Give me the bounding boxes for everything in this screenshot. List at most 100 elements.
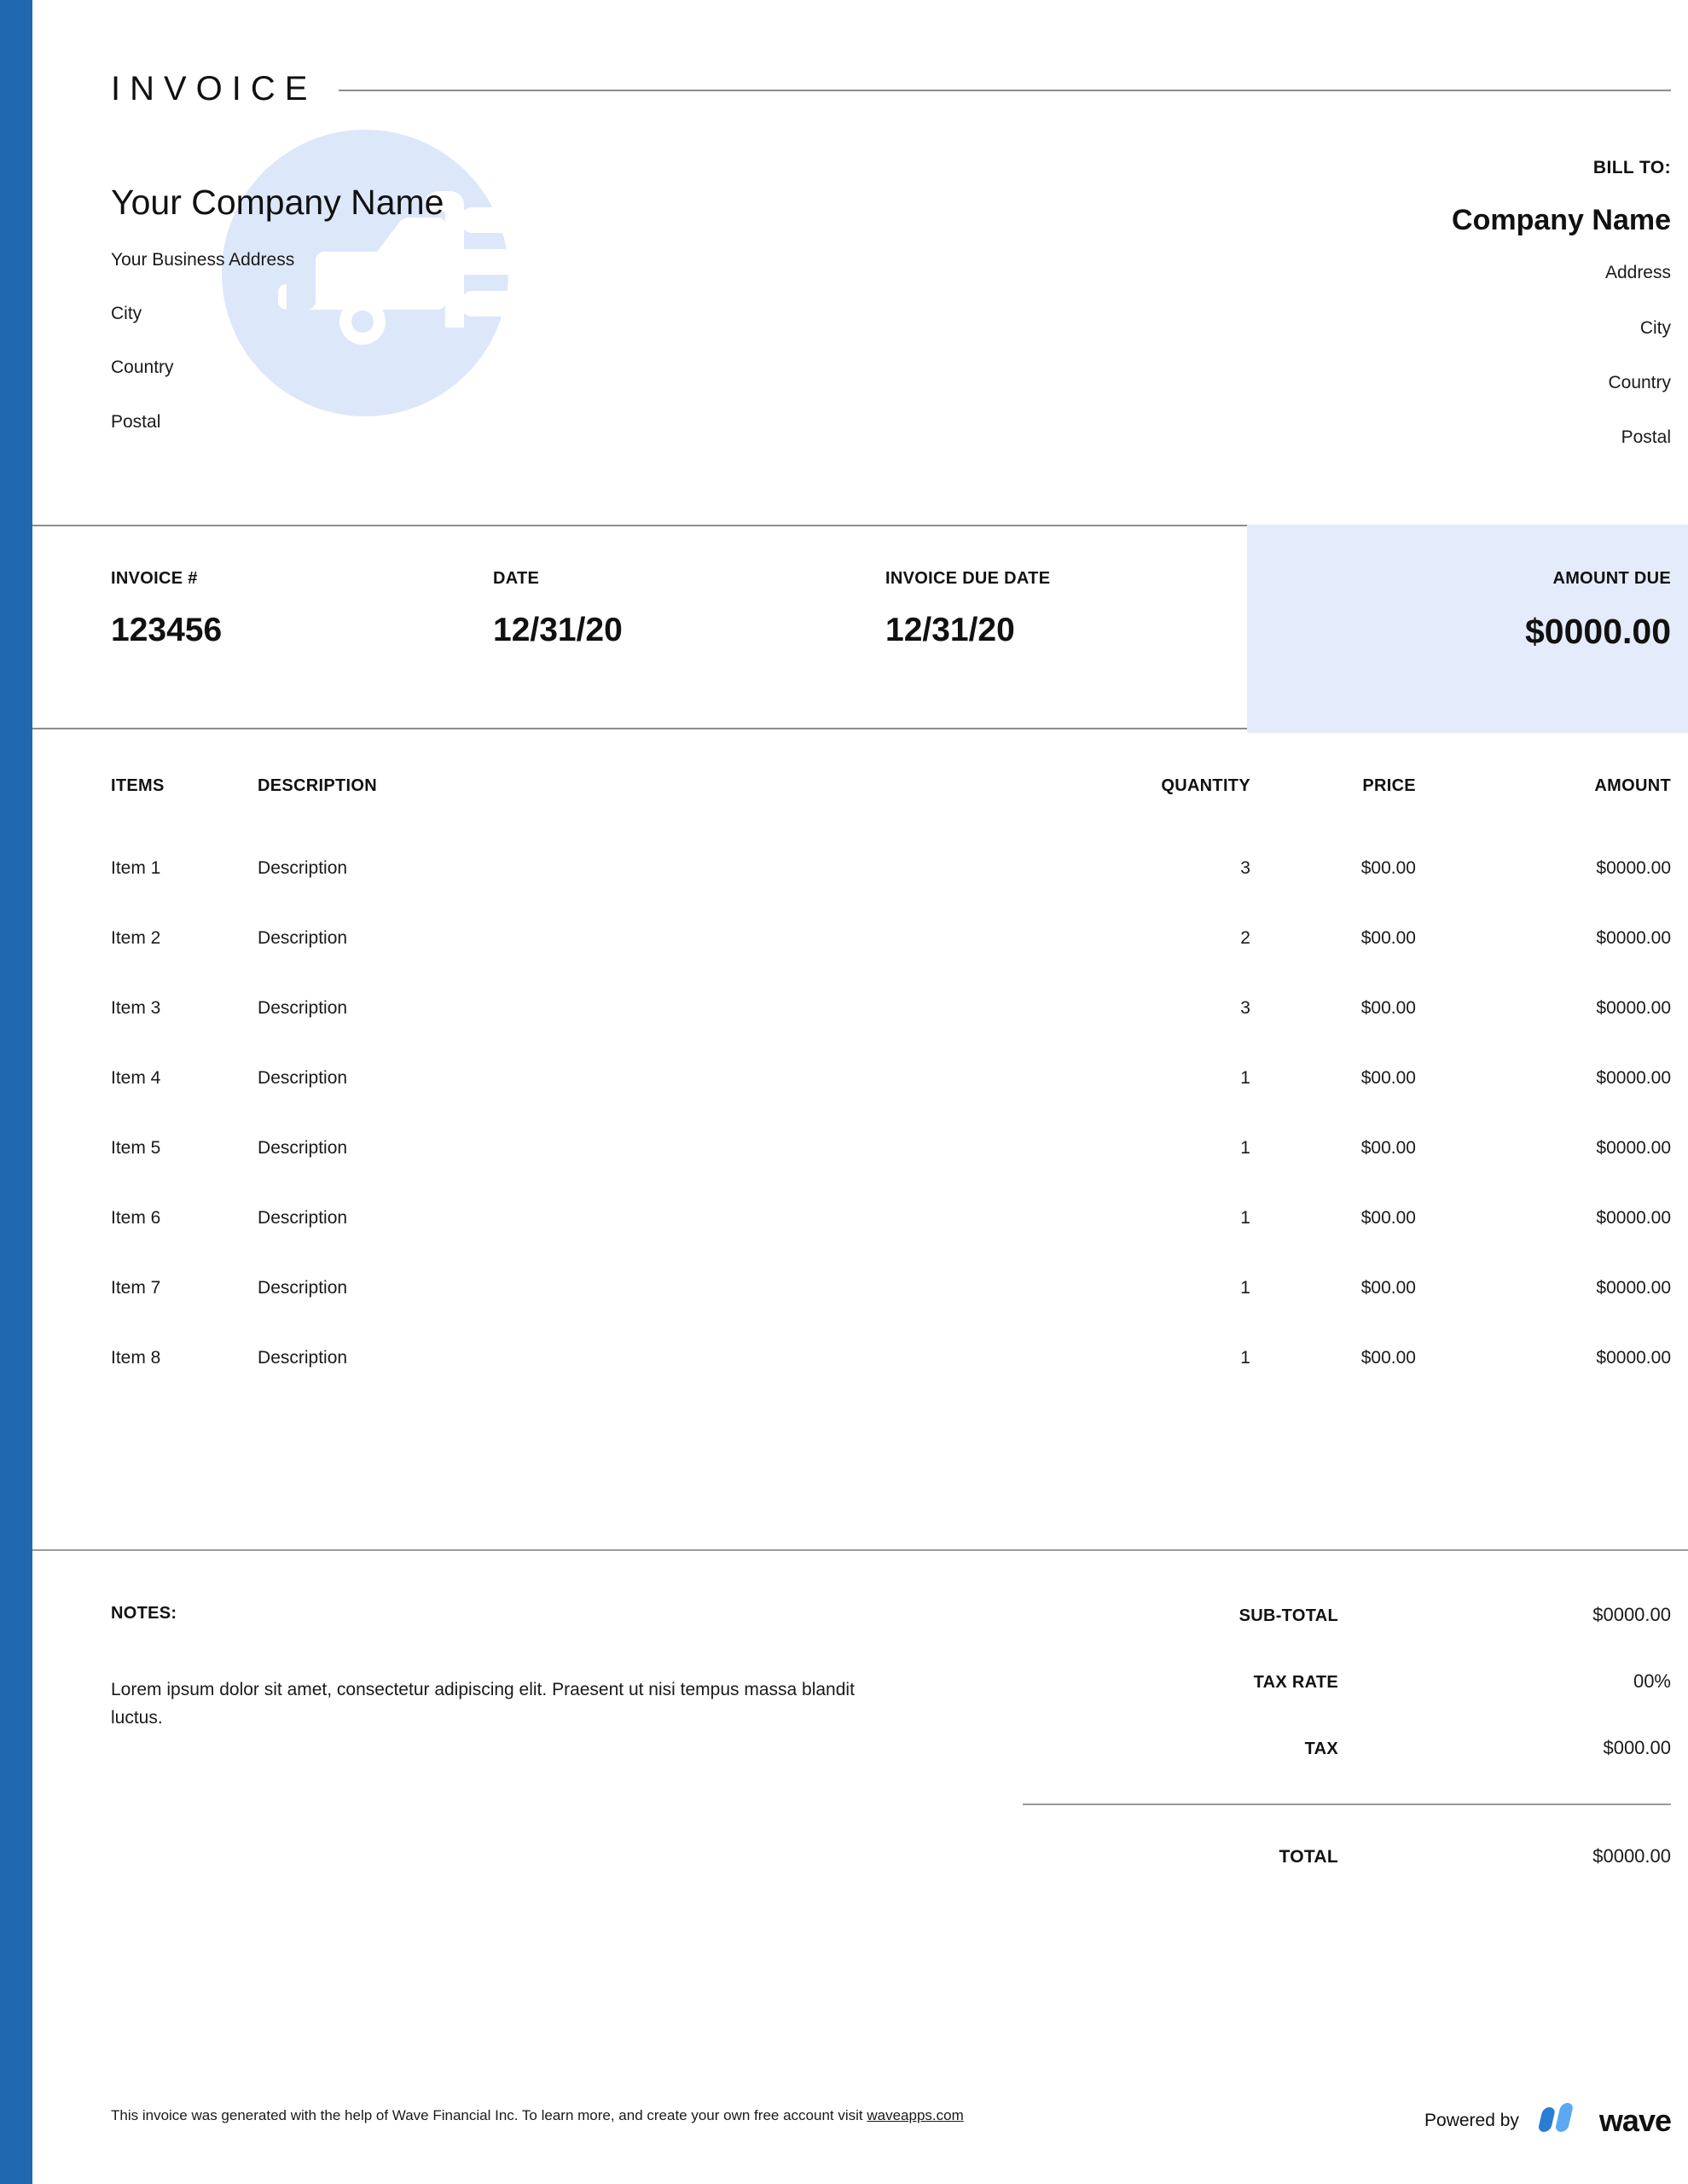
subtotal-label: SUB-TOTAL <box>1238 1606 1338 1625</box>
row-quantity: 2 <box>1240 928 1250 948</box>
bill-to-company-name: Company Name <box>1452 204 1671 236</box>
table-row: Item 1 Description 3 $00.00 $0000.00 <box>32 841 1688 911</box>
row-price: $00.00 <box>1360 1068 1416 1088</box>
row-description: Description <box>258 928 348 948</box>
invoice-footer: This invoice was generated with the help… <box>32 2100 1688 2152</box>
invoice-number-value: 123456 <box>111 612 223 648</box>
row-item-name: Item 4 <box>111 1068 161 1088</box>
invoice-date-label: DATE <box>493 569 540 588</box>
wave-logo-icon <box>1533 2100 1586 2140</box>
table-row: Item 2 Description 2 $00.00 $0000.00 <box>32 911 1688 981</box>
table-row: Item 4 Description 1 $00.00 $0000.00 <box>32 1051 1688 1121</box>
line-items-table: ITEMS DESCRIPTION QUANTITY PRICE AMOUNT … <box>32 776 1688 1401</box>
invoice-content: INVOICE Your Company Name Your Business … <box>32 0 1688 2184</box>
row-amount: $0000.00 <box>1596 1278 1671 1298</box>
row-quantity: 3 <box>1240 998 1250 1018</box>
tax-label: TAX <box>1304 1740 1338 1758</box>
notes-block: NOTES: Lorem ipsum dolor sit amet, conse… <box>111 1604 947 1732</box>
invoice-due-date-cell: INVOICE DUE DATE 12/31/20 <box>885 569 1050 649</box>
powered-by-block: Powered by wave <box>1424 2100 1672 2140</box>
row-price: $00.00 <box>1360 858 1416 878</box>
tax-value: $000.00 <box>1603 1737 1671 1758</box>
amount-due-label: AMOUNT DUE <box>1552 569 1671 588</box>
invoice-title-row: INVOICE <box>111 70 1671 108</box>
invoice-due-date-label: INVOICE DUE DATE <box>885 569 1051 588</box>
row-description: Description <box>258 858 348 878</box>
row-price: $00.00 <box>1360 1278 1416 1298</box>
row-description: Description <box>258 1068 348 1088</box>
invoice-number-cell: INVOICE # 123456 <box>111 569 222 649</box>
row-item-name: Item 6 <box>111 1208 161 1228</box>
row-quantity: 3 <box>1240 858 1250 878</box>
waveapps-link[interactable]: waveapps.com <box>867 2107 963 2123</box>
page-title: INVOICE <box>111 70 317 107</box>
row-amount: $0000.00 <box>1596 1348 1671 1368</box>
totals-block: SUB-TOTAL $0000.00 TAX RATE 00% TAX $000… <box>1023 1604 1671 1912</box>
table-row: Item 3 Description 3 $00.00 $0000.00 <box>32 981 1688 1051</box>
notes-label: NOTES: <box>111 1604 177 1623</box>
row-description: Description <box>258 998 348 1018</box>
column-header-amount: AMOUNT <box>1594 776 1671 795</box>
row-quantity: 1 <box>1240 1348 1250 1368</box>
sender-address: Your Business Address <box>111 250 295 270</box>
line-items-section: ITEMS DESCRIPTION QUANTITY PRICE AMOUNT … <box>32 729 1688 1551</box>
invoice-header: INVOICE Your Company Name Your Business … <box>32 0 1688 525</box>
footer-note-text: This invoice was generated with the help… <box>111 2107 867 2123</box>
row-item-name: Item 7 <box>111 1278 161 1298</box>
bill-to-label: BILL TO: <box>1592 158 1671 177</box>
accent-left-bar <box>0 0 32 2184</box>
table-row: Item 8 Description 1 $00.00 $0000.00 <box>32 1331 1688 1401</box>
subtotal-row: SUB-TOTAL $0000.00 <box>1023 1604 1671 1626</box>
tax-row: TAX $000.00 <box>1023 1737 1671 1759</box>
sender-city: City <box>111 304 142 324</box>
bill-to-city: City <box>1639 317 1671 338</box>
tax-rate-label: TAX RATE <box>1253 1673 1338 1692</box>
subtotal-value: $0000.00 <box>1592 1604 1671 1625</box>
column-header-items: ITEMS <box>111 776 165 795</box>
invoice-date-cell: DATE 12/31/20 <box>493 569 623 649</box>
row-description: Description <box>258 1278 348 1298</box>
row-item-name: Item 2 <box>111 928 161 948</box>
total-row: TOTAL $0000.00 <box>1023 1845 1671 1867</box>
row-item-name: Item 1 <box>111 858 161 878</box>
invoice-due-date-value: 12/31/20 <box>885 612 1015 648</box>
row-price: $00.00 <box>1360 998 1416 1018</box>
title-divider <box>339 90 1671 91</box>
total-value: $0000.00 <box>1592 1845 1671 1867</box>
footer-note: This invoice was generated with the help… <box>111 2107 964 2124</box>
row-price: $00.00 <box>1360 928 1416 948</box>
amount-due-value: $0000.00 <box>1524 612 1671 651</box>
row-amount: $0000.00 <box>1596 1208 1671 1228</box>
row-amount: $0000.00 <box>1596 998 1671 1018</box>
row-price: $00.00 <box>1360 1208 1416 1228</box>
table-row: Item 7 Description 1 $00.00 $0000.00 <box>32 1261 1688 1331</box>
bill-to-address: Address <box>1604 263 1671 283</box>
row-description: Description <box>258 1348 348 1368</box>
column-header-description: DESCRIPTION <box>258 776 378 795</box>
row-description: Description <box>258 1208 348 1228</box>
row-amount: $0000.00 <box>1596 1068 1671 1088</box>
sender-company-name: Your Company Name <box>111 183 444 222</box>
notes-text: Lorem ipsum dolor sit amet, consectetur … <box>111 1680 855 1728</box>
row-item-name: Item 3 <box>111 998 161 1018</box>
row-quantity: 1 <box>1240 1208 1250 1228</box>
row-price: $00.00 <box>1360 1348 1416 1368</box>
sender-address-block: Your Company Name Your Business Address … <box>111 183 759 433</box>
row-item-name: Item 8 <box>111 1348 161 1368</box>
row-description: Description <box>258 1138 348 1158</box>
column-header-price: PRICE <box>1362 776 1416 795</box>
row-amount: $0000.00 <box>1596 928 1671 948</box>
row-price: $00.00 <box>1360 1138 1416 1158</box>
notes-and-totals-section: NOTES: Lorem ipsum dolor sit amet, conse… <box>32 1551 1688 2063</box>
bill-to-block: BILL TO: Company Name Address City Count… <box>1023 158 1671 448</box>
bill-to-postal: Postal <box>1621 427 1671 447</box>
row-item-name: Item 5 <box>111 1138 161 1158</box>
column-header-quantity: QUANTITY <box>1161 776 1250 795</box>
total-label: TOTAL <box>1279 1847 1338 1867</box>
invoice-page: INVOICE Your Company Name Your Business … <box>0 0 1688 2184</box>
row-amount: $0000.00 <box>1596 1138 1671 1158</box>
tax-rate-value: 00% <box>1633 1670 1671 1692</box>
row-amount: $0000.00 <box>1596 858 1671 878</box>
table-header-row: ITEMS DESCRIPTION QUANTITY PRICE AMOUNT <box>32 776 1688 841</box>
table-row: Item 5 Description 1 $00.00 $0000.00 <box>32 1121 1688 1191</box>
